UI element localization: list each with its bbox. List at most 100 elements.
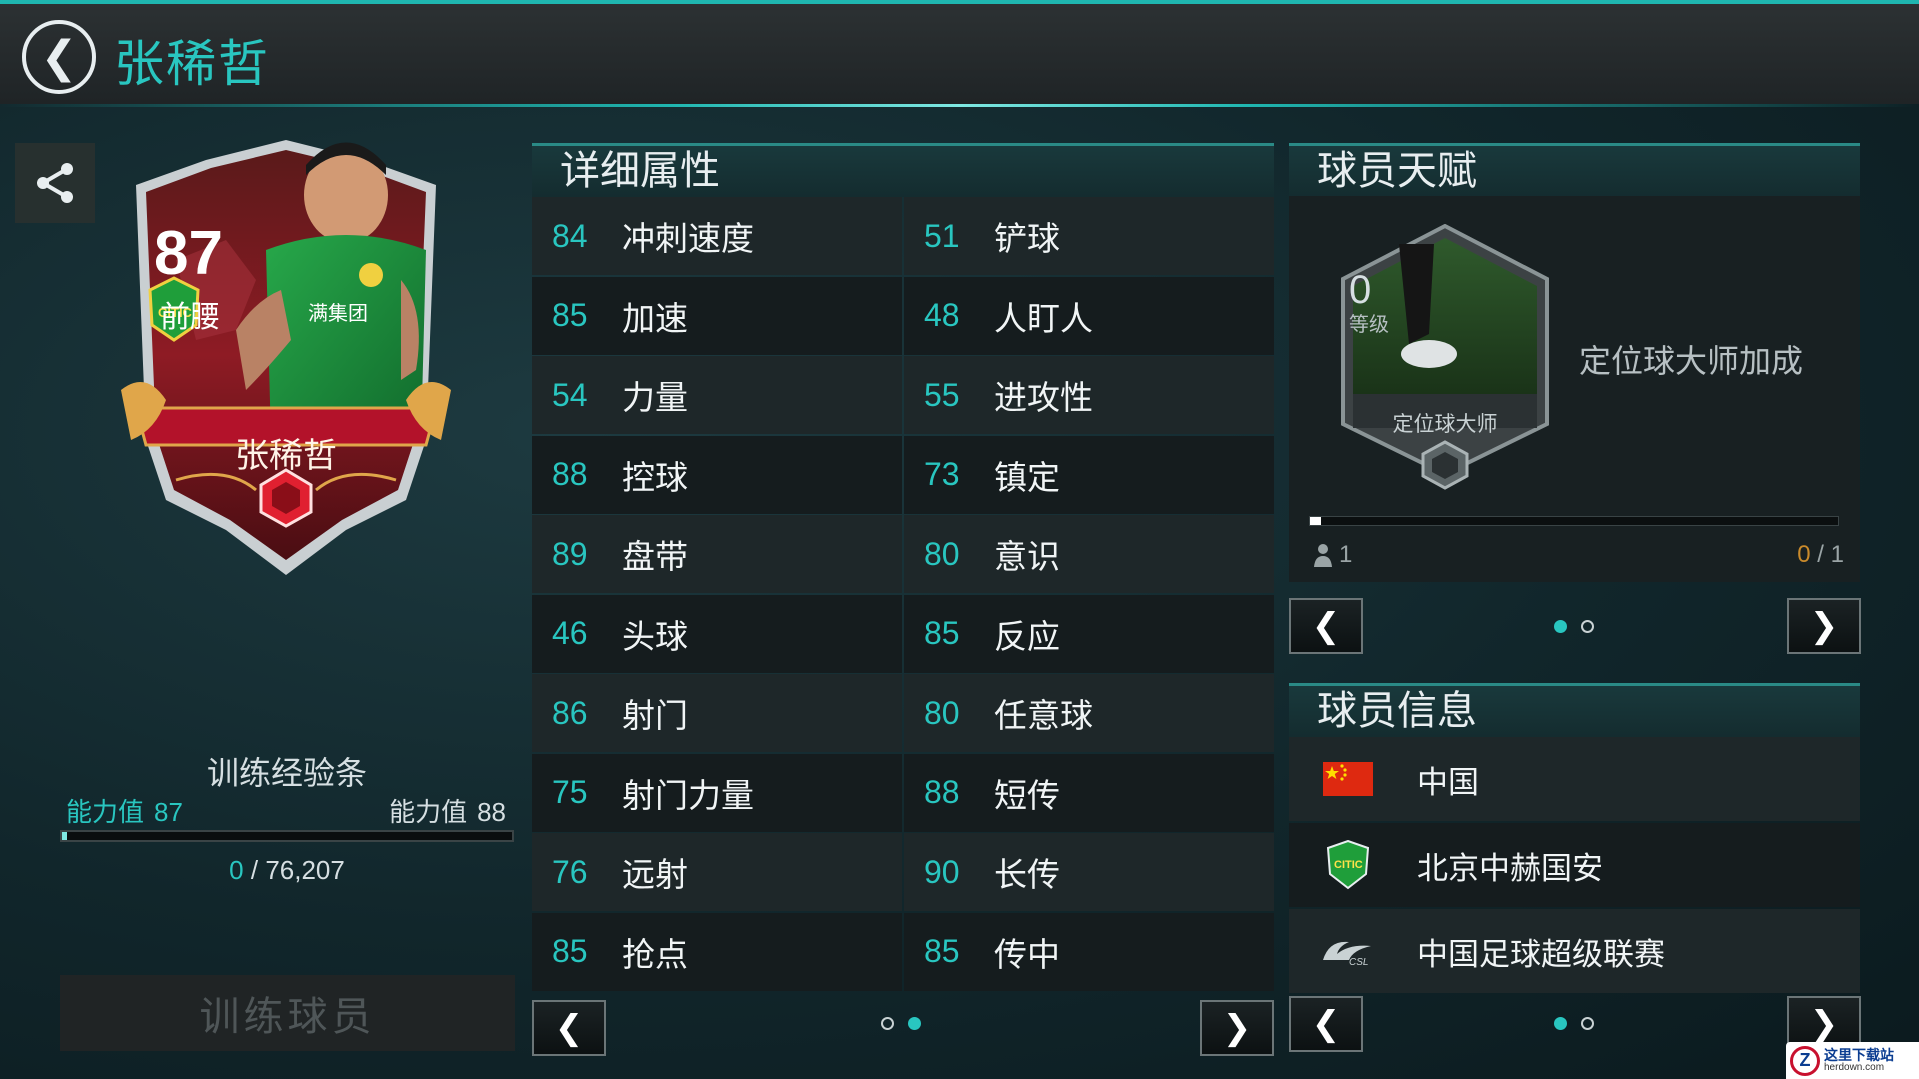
talent-progress-text: 0 / 1 bbox=[1797, 541, 1844, 569]
talent-progress-bar bbox=[1309, 516, 1839, 526]
talent-level-value: 0 bbox=[1349, 268, 1372, 312]
talent-progress-bar-fill bbox=[1310, 517, 1321, 525]
attribute-row: 85 加速 48 人盯人 bbox=[532, 276, 1274, 357]
back-button[interactable]: ❮ bbox=[22, 20, 96, 94]
player-info-prev-button[interactable]: ❮ bbox=[1289, 996, 1363, 1052]
attribute-cell: 73 镇定 bbox=[904, 435, 1274, 514]
attribute-name: 长传 bbox=[994, 855, 1060, 894]
current-rating-text: 能力值 bbox=[66, 798, 145, 828]
watermark-logo-icon: Z bbox=[1790, 1045, 1820, 1076]
attribute-name: 短传 bbox=[994, 775, 1060, 815]
attribute-row: 86 射门 80 任意球 bbox=[532, 674, 1274, 754]
player-info-panel-title: 球员信息 bbox=[1289, 683, 1860, 737]
attribute-row: 85 抢点 85 传中 bbox=[532, 912, 1274, 993]
attribute-value: 85 bbox=[924, 933, 960, 969]
player-info-page-dots bbox=[1554, 1017, 1594, 1030]
attribute-name: 抢点 bbox=[622, 934, 688, 974]
chevron-right-icon: ❯ bbox=[1222, 1008, 1252, 1048]
exp-current: 0 bbox=[229, 855, 244, 885]
card-position: 前腰 bbox=[160, 300, 220, 335]
chevron-right-icon: ❯ bbox=[1809, 1004, 1839, 1044]
card-frame: 满集团 CITIC bbox=[121, 140, 451, 575]
talent-panel-title: 球员天赋 bbox=[1289, 143, 1860, 197]
current-rating-label: 能力值 87 bbox=[66, 792, 183, 829]
page-dot-1[interactable] bbox=[1554, 620, 1567, 633]
player-league: 中国足球超级联赛 bbox=[1417, 936, 1665, 973]
attribute-row: 46 头球 85 反应 bbox=[532, 594, 1274, 675]
attribute-value: 86 bbox=[552, 694, 588, 731]
attribute-name: 控球 bbox=[622, 457, 688, 497]
attribute-row: 75 射门力量 88 短传 bbox=[532, 753, 1274, 834]
attribute-name: 铲球 bbox=[994, 219, 1060, 258]
training-exp-count: 0 / 76,207 bbox=[60, 855, 514, 886]
attribute-value: 76 bbox=[552, 853, 588, 890]
attribute-row: 54 力量 55 进攻性 bbox=[532, 356, 1274, 436]
attribute-value: 54 bbox=[552, 376, 588, 413]
attribute-cell: 86 射门 bbox=[532, 674, 902, 752]
attribute-name: 反应 bbox=[994, 616, 1060, 656]
talent-people-value: 1 bbox=[1339, 541, 1353, 568]
attribute-row: 76 远射 90 长传 bbox=[532, 833, 1274, 913]
current-rating-value: 87 bbox=[154, 797, 183, 827]
train-player-button[interactable]: 训练球员 bbox=[60, 975, 515, 1051]
next-rating-label: 能力值 88 bbox=[389, 792, 506, 829]
page-dot-2[interactable] bbox=[1581, 620, 1594, 633]
attribute-value: 80 bbox=[924, 694, 960, 731]
attribute-value: 48 bbox=[924, 297, 960, 333]
club-badge-icon: CITIC bbox=[1313, 840, 1383, 890]
exp-total: 76,207 bbox=[265, 855, 345, 885]
page-dot-1[interactable] bbox=[1554, 1017, 1567, 1030]
attribute-name: 加速 bbox=[622, 298, 688, 338]
attribute-value: 89 bbox=[552, 535, 588, 572]
page-dot-2[interactable] bbox=[1581, 1017, 1594, 1030]
attribute-cell: 85 加速 bbox=[532, 276, 902, 355]
talent-next-button[interactable]: ❯ bbox=[1787, 598, 1861, 654]
player-club: 北京中赫国安 bbox=[1417, 850, 1603, 887]
svg-text:CITIC: CITIC bbox=[1334, 859, 1363, 871]
page-dot-2[interactable] bbox=[908, 1017, 921, 1030]
talent-progress-total: 1 bbox=[1830, 541, 1844, 568]
csl-league-icon: CSL bbox=[1313, 926, 1383, 976]
attribute-name: 头球 bbox=[622, 616, 688, 656]
talent-panel: 0 等级 定位球大师 定位球大师加成 1 0 / 1 bbox=[1289, 196, 1860, 582]
talent-progress-separator: / bbox=[1817, 541, 1824, 568]
attribute-name: 射门力量 bbox=[622, 775, 754, 815]
attribute-value: 84 bbox=[552, 217, 588, 254]
attribute-cell: 75 射门力量 bbox=[532, 753, 902, 832]
attribute-cell: 48 人盯人 bbox=[904, 276, 1274, 355]
attribute-name: 冲刺速度 bbox=[622, 219, 754, 258]
attribute-cell: 76 远射 bbox=[532, 833, 902, 911]
card-rating: 87 bbox=[154, 219, 223, 288]
player-info-nation-row: 中国 bbox=[1289, 737, 1860, 821]
share-button[interactable] bbox=[15, 143, 95, 223]
attribute-value: 85 bbox=[552, 933, 588, 969]
attribute-value: 80 bbox=[924, 535, 960, 572]
attribute-name: 传中 bbox=[994, 934, 1060, 974]
exp-separator: / bbox=[250, 855, 259, 885]
attributes-panel-title: 详细属性 bbox=[532, 143, 1274, 197]
talent-prev-button[interactable]: ❮ bbox=[1289, 598, 1363, 654]
attribute-name: 人盯人 bbox=[994, 298, 1093, 338]
person-icon bbox=[1314, 544, 1332, 567]
training-exp-bar bbox=[60, 830, 514, 842]
talent-badge-icon bbox=[1341, 224, 1549, 490]
player-info-club-row: CITIC 北京中赫国安 bbox=[1289, 823, 1860, 907]
attribute-row: 89 盘带 80 意识 bbox=[532, 515, 1274, 595]
attribute-cell: 88 控球 bbox=[532, 435, 902, 514]
attribute-cell: 55 进攻性 bbox=[904, 356, 1274, 434]
svg-text:CSL: CSL bbox=[1349, 957, 1368, 968]
player-card[interactable]: 满集团 CITIC 87 前腰 张稀哲 bbox=[116, 140, 456, 575]
attribute-value: 88 bbox=[924, 774, 960, 810]
page-dot-1[interactable] bbox=[881, 1017, 894, 1030]
attribute-cell: 80 任意球 bbox=[904, 674, 1274, 752]
attributes-prev-button[interactable]: ❮ bbox=[532, 1000, 606, 1056]
talent-page-dots bbox=[1554, 620, 1594, 633]
attribute-row: 84 冲刺速度 51 铲球 bbox=[532, 197, 1274, 277]
attribute-value: 73 bbox=[924, 456, 960, 492]
attributes-grid: 84 冲刺速度 51 铲球 85 加速 48 人盯人 54 力量 55 进攻性 88 控球 73 镇定 89 盘带… bbox=[532, 197, 1274, 992]
attribute-value: 85 bbox=[552, 297, 588, 333]
attribute-value: 75 bbox=[552, 774, 588, 810]
attributes-next-button[interactable]: ❯ bbox=[1200, 1000, 1274, 1056]
talent-level-label: 等级 bbox=[1349, 312, 1389, 336]
next-rating-text: 能力值 bbox=[389, 798, 468, 828]
